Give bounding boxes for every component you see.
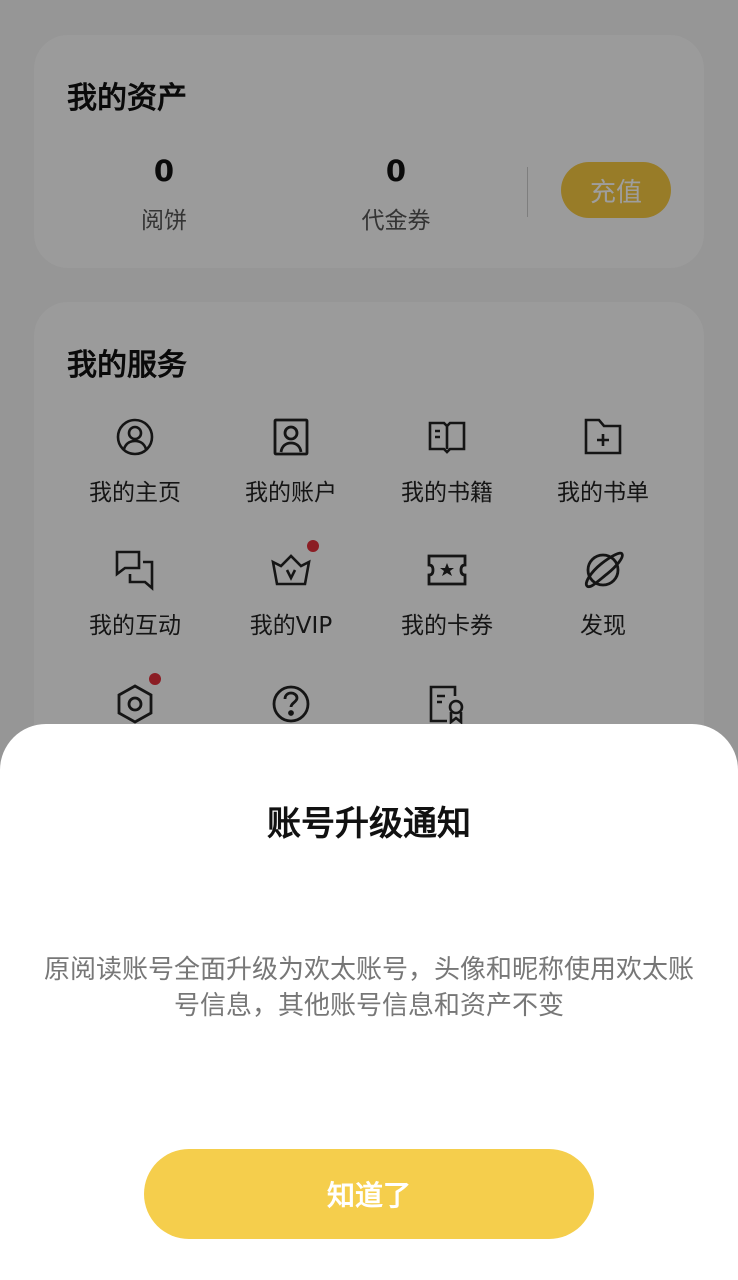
upgrade-notice-dialog: 账号升级通知 原阅读账号全面升级为欢太账号，头像和昵称使用欢太账号信息，其他账号… xyxy=(0,724,738,1280)
dialog-title: 账号升级通知 xyxy=(267,804,471,844)
dialog-message: 原阅读账号全面升级为欢太账号，头像和昵称使用欢太账号信息，其他账号信息和资产不变 xyxy=(43,955,694,1021)
got-it-button[interactable]: 知道了 xyxy=(144,1149,594,1239)
